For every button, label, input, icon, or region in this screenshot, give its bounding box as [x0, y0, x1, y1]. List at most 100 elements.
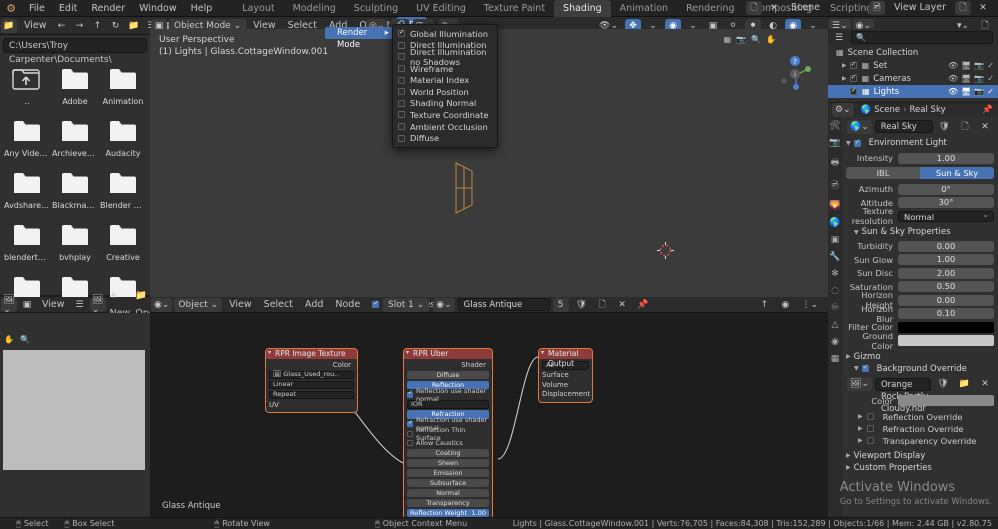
zoom-magnifier-icon[interactable]: 🔍	[20, 335, 30, 344]
shader-menu-add[interactable]: Add	[299, 296, 329, 314]
tab-uv-editing[interactable]: UV Editing	[407, 0, 475, 17]
world-name-input[interactable]: Real Sky	[874, 120, 933, 133]
overlay-node-icon[interactable]: ◉	[777, 298, 793, 312]
render-mode-menu[interactable]: Global Illumination Direct Illumination …	[392, 24, 498, 148]
expand-triangle-icon[interactable]: ▶	[842, 75, 847, 82]
filter-color-swatch[interactable]	[898, 321, 994, 333]
checkbox-icon[interactable]	[398, 76, 405, 84]
section-subsurface-button[interactable]: Subsurface	[407, 478, 489, 487]
outliner-item-cameras[interactable]: ▶ ▦ Cameras 👁 🖥 📷 ✓	[828, 72, 998, 85]
disable-in-viewports-icon[interactable]: 🖥	[961, 74, 971, 83]
refresh-icon[interactable]: ↻	[108, 19, 124, 33]
tab-sculpting[interactable]: Sculpting	[345, 0, 407, 17]
image-options-icon[interactable]: ☰	[72, 298, 88, 312]
editor-type-image-icon[interactable]: 🖼⌄	[1, 295, 17, 315]
tab-modeling[interactable]: Modeling	[284, 0, 345, 17]
editor-type-properties-icon[interactable]: ⚙⌄	[832, 103, 854, 117]
section-viewport-display[interactable]: ▶ Viewport Display	[846, 450, 994, 462]
section-sheen-button[interactable]: Sheen	[407, 458, 489, 467]
sun-disc-value[interactable]: 2.00	[898, 267, 994, 279]
tab-texture-paint[interactable]: Texture Paint	[475, 0, 554, 17]
tab-shading[interactable]: Shading	[554, 0, 611, 17]
snap-node-icon[interactable]: ↑	[756, 298, 772, 312]
menu-help[interactable]: Help	[184, 0, 220, 17]
checkbox-icon[interactable]	[407, 430, 413, 437]
render-mode-option-ambient-occlusion[interactable]: Ambient Occlusion	[393, 121, 497, 133]
image-view-menu[interactable]: View	[36, 296, 71, 314]
exclude-checkbox-icon[interactable]: ✓	[987, 61, 994, 70]
node-material-output[interactable]: Material Output All Surface Volume Displ…	[538, 348, 593, 403]
refraction-override-checkbox[interactable]	[866, 425, 874, 432]
section-background-override[interactable]: ▼ Background Override	[846, 363, 994, 375]
file-path-input[interactable]: C:\Users\Troy Carpenter\Documents\	[3, 38, 147, 65]
render-mode-option-global-illumination[interactable]: Global Illumination	[393, 28, 497, 40]
tab-constraints-icon[interactable]: ♾	[831, 303, 839, 313]
checkbox-icon[interactable]	[849, 73, 857, 82]
interpolation-dropdown[interactable]: Linear	[269, 380, 354, 389]
duplicate-material-icon[interactable]: 🗋	[594, 298, 610, 312]
node-rpr-uber[interactable]: RPR Uber Shader Diffuse Reflection Refle…	[403, 348, 493, 517]
filebrowser-view-menu[interactable]: View	[18, 17, 53, 35]
checkbox-icon[interactable]	[407, 389, 413, 398]
browse-world-icon[interactable]: 🌎⌄	[847, 119, 872, 134]
tab-layout[interactable]: Layout	[233, 0, 283, 17]
hide-in-viewport-eye-icon[interactable]: 👁	[948, 87, 958, 96]
image-editor-body[interactable]: ✋ 🔍	[0, 313, 150, 517]
outliner-root-scene-collection[interactable]: ▦ Scene Collection	[828, 46, 998, 59]
hide-in-viewport-eye-icon[interactable]: 👁	[948, 74, 958, 83]
grid-floor-icon[interactable]: ▦	[724, 35, 732, 44]
disable-in-viewports-icon[interactable]: 🖥	[961, 61, 971, 70]
section-sun-sky-properties[interactable]: ▼ Sun & Sky Properties	[846, 226, 994, 238]
horizon-height-value[interactable]: 0.00	[898, 294, 994, 306]
browse-image-icon[interactable]: 🖼⌄	[89, 295, 106, 315]
editor-type-icon[interactable]: 📁	[1, 19, 17, 33]
checkbox-icon[interactable]	[398, 123, 405, 131]
zoom-icon[interactable]: 🔍	[751, 35, 761, 44]
sun-sky-button[interactable]: Sun & Sky	[920, 167, 994, 179]
render-mode-option-direct-illumination-no-shadows[interactable]: Direct Illumination no Shadows	[393, 47, 497, 67]
disable-in-viewports-icon[interactable]: 🖥	[961, 87, 971, 96]
material-name-input[interactable]: Glass Antique	[457, 298, 550, 311]
disable-in-renders-camera-icon[interactable]: 📷	[974, 61, 984, 70]
unlink-world-icon[interactable]: ✕	[977, 120, 993, 134]
checkbox-icon[interactable]	[398, 41, 405, 49]
browse-material-icon[interactable]: ◉⌄	[433, 297, 455, 312]
shader-menu-select[interactable]: Select	[258, 296, 299, 314]
row-refraction-override[interactable]: ▶ Refraction Override	[846, 423, 994, 435]
checkbox-icon[interactable]	[849, 60, 857, 69]
move-view-icon[interactable]: ✋	[766, 35, 776, 44]
nav-back-icon[interactable]: ←	[54, 19, 70, 33]
shader-type-dropdown[interactable]: Object ⌄	[174, 297, 223, 312]
section-emission-button[interactable]: Emission	[407, 468, 489, 477]
checkbox-icon[interactable]	[398, 28, 405, 38]
breadcrumb-world[interactable]: Real Sky	[910, 105, 946, 115]
node-rpr-image-texture[interactable]: RPR Image Texture Color 🖼 Glass_Used_rou…	[265, 348, 358, 413]
render-mode-option-texture-coordinate[interactable]: Texture Coordinate	[393, 109, 497, 121]
expand-triangle-icon[interactable]: ▶	[842, 62, 847, 69]
image-mode-icon[interactable]: ▣	[19, 298, 35, 312]
duplicate-world-icon[interactable]: 🗋	[957, 120, 973, 134]
file-item-parent[interactable]: ..	[3, 62, 51, 106]
reflection-use-shader-normal[interactable]: Reflection use shader normal	[407, 387, 489, 403]
file-item-archieved-textures[interactable]: Archieved Te..	[51, 114, 99, 158]
outliner-item-lights[interactable]: ▦ Lights 👁 🖥 📷 ✓	[828, 85, 998, 98]
open-image-folder-icon[interactable]: 📁	[956, 377, 973, 391]
altitude-value[interactable]: 30°	[898, 197, 994, 208]
intensity-value[interactable]: 1.00	[898, 152, 994, 164]
checkbox-icon[interactable]	[398, 134, 405, 142]
browse-image-icon[interactable]: 🖼⌄	[847, 377, 872, 391]
image-canvas[interactable]	[3, 350, 145, 470]
menu-render[interactable]: Render	[84, 0, 132, 17]
checkbox-icon[interactable]	[398, 88, 405, 96]
texture-resolution-dropdown[interactable]: Normal	[898, 210, 994, 222]
node-canvas[interactable]: RPR Image Texture Color 🖼 Glass_Used_rou…	[150, 313, 828, 517]
shader-menu-node[interactable]: Node	[329, 296, 366, 314]
nav-forward-icon[interactable]: →	[72, 19, 88, 33]
create-folder-icon[interactable]: 📁	[126, 19, 142, 33]
image-texture-field[interactable]: 🖼 Glass_Used_rou..	[269, 370, 354, 379]
file-item-audacity[interactable]: Audacity	[99, 114, 147, 158]
menu-file[interactable]: File	[22, 0, 52, 17]
tab-tool-icon[interactable]: 🛠	[829, 121, 840, 131]
checkbox-icon[interactable]	[398, 111, 405, 119]
tab-animation[interactable]: Animation	[611, 0, 677, 17]
